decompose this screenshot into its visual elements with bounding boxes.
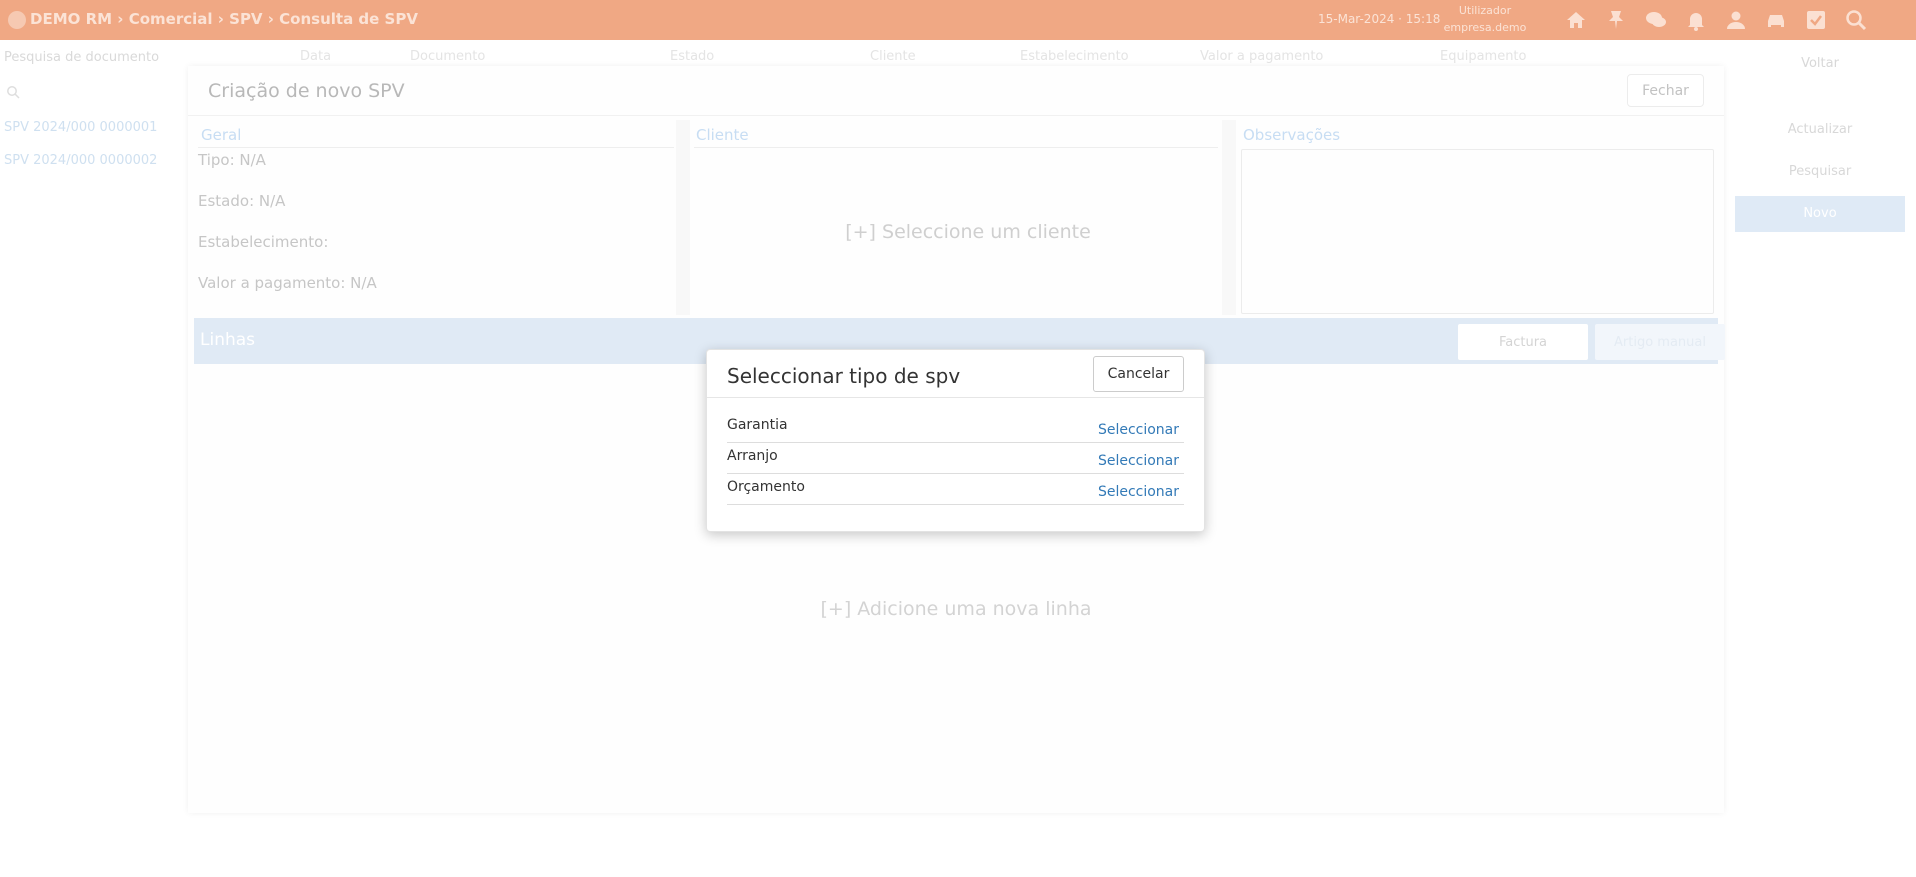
- select-arranjo-link[interactable]: Seleccionar: [1098, 453, 1179, 469]
- select-client-button[interactable]: [+] Seleccione um cliente: [688, 221, 1248, 243]
- select-orcamento-link[interactable]: Seleccionar: [1098, 484, 1179, 500]
- current-date: 15-Mar-2024 · 15:18: [1318, 12, 1441, 26]
- grid-header-cell: Estado: [670, 49, 715, 64]
- estabelecimento-field: Estabelecimento:: [198, 233, 329, 251]
- chat-icon[interactable]: [1644, 8, 1668, 32]
- checkbox-icon[interactable]: [1804, 8, 1828, 32]
- actualizar-button[interactable]: Actualizar: [1735, 122, 1905, 137]
- grid-header-cell: Cliente: [870, 49, 916, 64]
- panel-header: Criação de novo SPV Fechar: [188, 66, 1724, 116]
- geral-divider: [198, 147, 674, 148]
- grid-header-cell: Data: [300, 49, 332, 64]
- spv-type-option-garantia: Garantia Seleccionar: [727, 412, 1184, 443]
- grid-header-cell: Estabelecimento: [1020, 49, 1129, 64]
- artigo-manual-button[interactable]: Artigo manual: [1595, 324, 1725, 360]
- grid-header: Data Documento Estado Cliente Estabeleci…: [300, 49, 1720, 67]
- user-name: Utilizador: [1458, 4, 1512, 17]
- spv-type-option-orcamento: Orçamento Seleccionar: [727, 474, 1184, 505]
- grid-header-cell: Valor a pagamento: [1200, 49, 1324, 64]
- user-icon[interactable]: [1724, 8, 1748, 32]
- modal-title: Seleccionar tipo de spv: [727, 364, 961, 388]
- user-info[interactable]: Utilizador empresa.demo: [1440, 2, 1530, 36]
- select-garantia-link[interactable]: Seleccionar: [1098, 422, 1179, 438]
- app-logo: [8, 11, 26, 29]
- column-separator: [676, 120, 690, 315]
- top-bar: DEMO RM › Comercial › SPV › Consulta de …: [0, 0, 1916, 40]
- valor-pagamento-field: Valor a pagamento: N/A: [198, 274, 377, 292]
- observacoes-section-label: Observações: [1243, 126, 1341, 144]
- doc-list: SPV 2024/000 0000001 SPV 2024/000 000000…: [4, 120, 157, 186]
- cancel-button[interactable]: Cancelar: [1093, 356, 1184, 392]
- grid-header-cell: Documento: [410, 49, 486, 64]
- spv-type-list: Garantia Seleccionar Arranjo Seleccionar…: [727, 412, 1184, 505]
- doc-search-label: Pesquisa de documento: [4, 50, 160, 65]
- option-label: Arranjo: [727, 448, 778, 464]
- column-separator: [1222, 120, 1236, 315]
- top-icons: [1564, 8, 1868, 32]
- spv-type-option-arranjo: Arranjo Seleccionar: [727, 443, 1184, 474]
- select-spv-type-modal: Seleccionar tipo de spv Cancelar Garanti…: [706, 349, 1205, 532]
- tipo-field: Tipo: N/A: [198, 151, 266, 169]
- estado-field: Estado: N/A: [198, 192, 286, 210]
- doc-list-item[interactable]: SPV 2024/000 0000002: [4, 153, 157, 186]
- doc-list-item[interactable]: SPV 2024/000 0000001: [4, 120, 157, 153]
- doc-search-icon[interactable]: [6, 84, 20, 99]
- cliente-divider: [694, 147, 1218, 148]
- observacoes-textarea[interactable]: [1241, 149, 1714, 314]
- voltar-button[interactable]: Voltar: [1735, 56, 1905, 71]
- pesquisar-button[interactable]: Pesquisar: [1735, 164, 1905, 179]
- grid-header-cell: Equipamento: [1440, 49, 1527, 64]
- novo-button[interactable]: Novo: [1735, 196, 1905, 232]
- car-icon[interactable]: [1764, 8, 1788, 32]
- pin-icon[interactable]: [1604, 8, 1628, 32]
- linhas-label: Linhas: [200, 330, 256, 350]
- breadcrumb[interactable]: DEMO RM › Comercial › SPV › Consulta de …: [30, 10, 418, 28]
- add-line-button[interactable]: [+] Adicione uma nova linha: [188, 598, 1724, 620]
- home-icon[interactable]: [1564, 8, 1588, 32]
- user-company: empresa.demo: [1443, 21, 1527, 34]
- panel-title: Criação de novo SPV: [208, 80, 405, 102]
- option-label: Orçamento: [727, 479, 805, 495]
- close-button[interactable]: Fechar: [1627, 74, 1704, 107]
- right-actions-panel: Voltar Actualizar Pesquisar Novo: [1735, 40, 1905, 240]
- option-label: Garantia: [727, 417, 788, 433]
- cliente-section-label: Cliente: [696, 126, 749, 144]
- page-root: DEMO RM › Comercial › SPV › Consulta de …: [0, 0, 1916, 877]
- search-icon[interactable]: [1844, 8, 1868, 32]
- geral-section-label: Geral: [201, 126, 242, 144]
- factura-button[interactable]: Factura: [1458, 324, 1588, 360]
- bell-icon[interactable]: [1684, 8, 1708, 32]
- modal-header: Seleccionar tipo de spv Cancelar: [707, 350, 1204, 398]
